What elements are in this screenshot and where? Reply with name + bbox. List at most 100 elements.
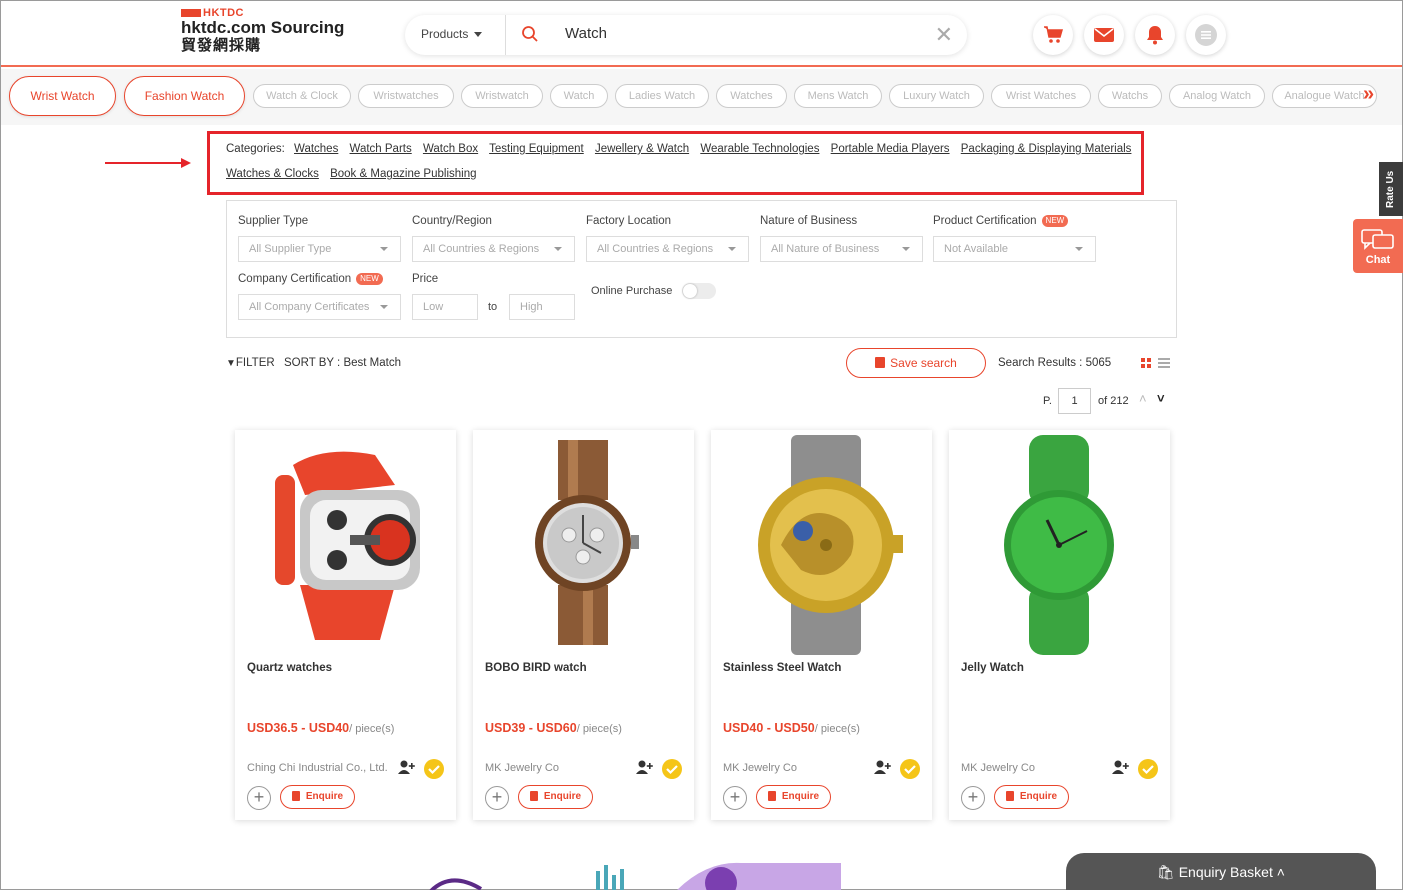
product-category-dropdown[interactable]: Products <box>421 27 483 41</box>
category-link-watches[interactable]: Watches <box>294 143 338 155</box>
price-to-label: to <box>488 301 498 313</box>
product-image[interactable] <box>959 435 1159 655</box>
page-number-input[interactable]: 1 <box>1058 388 1091 414</box>
enquiry-basket-bar[interactable]: 🛍 Enquiry Basket ˄ <box>1066 853 1376 890</box>
price-low-input[interactable]: Low <box>412 294 478 320</box>
chip-wristwatches[interactable]: Wristwatches <box>358 84 454 108</box>
menu-icon <box>1195 24 1217 46</box>
chip-watch[interactable]: Watch <box>550 84 608 108</box>
chevron-up-icon[interactable]: ˄ <box>1139 391 1147 406</box>
add-to-basket-button[interactable]: + <box>723 786 747 810</box>
verified-supplier-icon <box>900 759 920 779</box>
add-to-basket-button[interactable]: + <box>485 786 509 810</box>
category-link-jewellery-watch[interactable]: Jewellery & Watch <box>595 143 689 155</box>
product-certification-select[interactable]: Not Available <box>933 236 1096 262</box>
mail-button[interactable] <box>1084 15 1124 55</box>
chip-wrist-watches[interactable]: Wrist Watches <box>991 84 1091 108</box>
search-input[interactable]: Watch <box>565 25 607 42</box>
chip-luxury-watch[interactable]: Luxury Watch <box>889 84 984 108</box>
chip-analogue-watch[interactable]: Analogue Watch <box>1272 84 1377 108</box>
nature-of-business-select[interactable]: All Nature of Business <box>760 236 923 262</box>
category-link-packaging-materials[interactable]: Packaging & Displaying Materials <box>961 143 1132 155</box>
supplier-type-label: Supplier Type <box>238 215 309 227</box>
verified-supplier-icon <box>662 759 682 779</box>
chip-watchs[interactable]: Watchs <box>1098 84 1162 108</box>
product-title[interactable]: BOBO BIRD watch <box>485 662 587 674</box>
filter-button[interactable]: ▼FILTER <box>226 357 275 369</box>
hktdc-logo[interactable]: HKTDC hktdc.com Sourcing 貿發網採購 <box>181 7 344 54</box>
enquire-button[interactable]: Enquire <box>518 785 593 809</box>
product-image[interactable] <box>483 435 683 655</box>
category-link-watch-box[interactable]: Watch Box <box>423 143 478 155</box>
price-high-input[interactable]: High <box>509 294 575 320</box>
save-search-button[interactable]: Save search <box>846 348 986 378</box>
promo-banner-image[interactable] <box>421 861 851 890</box>
factory-location-select[interactable]: All Countries & Regions <box>586 236 749 262</box>
notifications-button[interactable] <box>1135 15 1175 55</box>
chevron-double-right-icon[interactable]: » <box>1363 83 1374 106</box>
supplier-name[interactable]: MK Jewelry Co <box>485 762 559 774</box>
sort-by-dropdown[interactable]: SORT BY : Best Match <box>284 357 401 369</box>
cart-button[interactable] <box>1033 15 1073 55</box>
chat-label: Chat <box>1365 254 1391 266</box>
category-link-testing-equipment[interactable]: Testing Equipment <box>489 143 584 155</box>
add-contact-icon[interactable] <box>398 760 416 774</box>
product-card[interactable]: BOBO BIRD watch USD39 - USD60/ piece(s) … <box>473 430 694 820</box>
chip-watches[interactable]: Watches <box>716 84 787 108</box>
product-image[interactable] <box>245 435 445 655</box>
document-icon <box>1005 791 1014 802</box>
category-link-watches-clocks[interactable]: Watches & Clocks <box>226 168 319 180</box>
chat-button[interactable]: Chat <box>1353 219 1403 273</box>
enquire-button[interactable]: Enquire <box>994 785 1069 809</box>
chip-analog-watch[interactable]: Analog Watch <box>1169 84 1265 108</box>
supplier-name[interactable]: Ching Chi Industrial Co., Ltd. <box>247 762 388 774</box>
chip-ladies-watch[interactable]: Ladies Watch <box>615 84 709 108</box>
product-title[interactable]: Quartz watches <box>247 662 332 674</box>
chip-mens-watch[interactable]: Mens Watch <box>794 84 882 108</box>
product-card[interactable]: Jelly Watch MK Jewelry Co + Enquire <box>949 430 1170 820</box>
add-contact-icon[interactable] <box>874 760 892 774</box>
search-bar: Products Watch ✕ <box>405 15 967 55</box>
chip-watch-and-clock[interactable]: Watch & Clock <box>253 84 351 108</box>
supplier-name[interactable]: MK Jewelry Co <box>961 762 1035 774</box>
list-view-icon[interactable] <box>1158 358 1170 368</box>
category-link-wearable-technologies[interactable]: Wearable Technologies <box>700 143 819 155</box>
product-certification-label: Product Certification NEW <box>933 215 1069 227</box>
related-keyword-chips: Wrist Watch Fashion Watch Watch & Clock … <box>1 69 1402 125</box>
product-image[interactable] <box>721 435 921 655</box>
search-results-count: Search Results : 5065 <box>998 357 1112 369</box>
supplier-type-select[interactable]: All Supplier Type <box>238 236 401 262</box>
category-link-watch-parts[interactable]: Watch Parts <box>350 143 412 155</box>
add-to-basket-button[interactable]: + <box>247 786 271 810</box>
product-price: USD36.5 - USD40/ piece(s) <box>247 721 395 735</box>
category-link-book-magazine-publishing[interactable]: Book & Magazine Publishing <box>330 168 476 180</box>
online-purchase-toggle[interactable] <box>682 283 716 299</box>
logo-site-name: hktdc.com Sourcing <box>181 18 345 37</box>
product-title[interactable]: Stainless Steel Watch <box>723 662 841 674</box>
chip-wrist-watch[interactable]: Wrist Watch <box>9 76 116 116</box>
country-region-select[interactable]: All Countries & Regions <box>412 236 575 262</box>
category-link-portable-media-players[interactable]: Portable Media Players <box>831 143 950 155</box>
document-icon <box>767 791 776 802</box>
chevron-down-icon[interactable]: ˅ <box>1157 391 1165 406</box>
main-menu-button[interactable] <box>1186 15 1226 55</box>
add-contact-icon[interactable] <box>1112 760 1130 774</box>
product-card[interactable]: Stainless Steel Watch USD40 - USD50/ pie… <box>711 430 932 820</box>
enquire-button[interactable]: Enquire <box>756 785 831 809</box>
add-to-basket-button[interactable]: + <box>961 786 985 810</box>
caret-down-icon <box>902 247 910 251</box>
grid-view-icon[interactable] <box>1141 358 1151 368</box>
verified-supplier-icon <box>424 759 444 779</box>
search-icon[interactable] <box>521 25 539 43</box>
product-card[interactable]: Quartz watches USD36.5 - USD40/ piece(s)… <box>235 430 456 820</box>
chip-fashion-watch[interactable]: Fashion Watch <box>124 76 245 116</box>
company-certification-select[interactable]: All Company Certificates <box>238 294 401 320</box>
product-title[interactable]: Jelly Watch <box>961 662 1024 674</box>
rate-us-tab[interactable]: Rate Us <box>1379 162 1403 216</box>
clear-search-icon[interactable]: ✕ <box>935 22 953 48</box>
enquire-button[interactable]: Enquire <box>280 785 355 809</box>
chip-wristwatch[interactable]: Wristwatch <box>461 84 543 108</box>
supplier-name[interactable]: MK Jewelry Co <box>723 762 797 774</box>
categories-line-2: Watches & Clocks Book & Magazine Publish… <box>226 168 485 180</box>
add-contact-icon[interactable] <box>636 760 654 774</box>
